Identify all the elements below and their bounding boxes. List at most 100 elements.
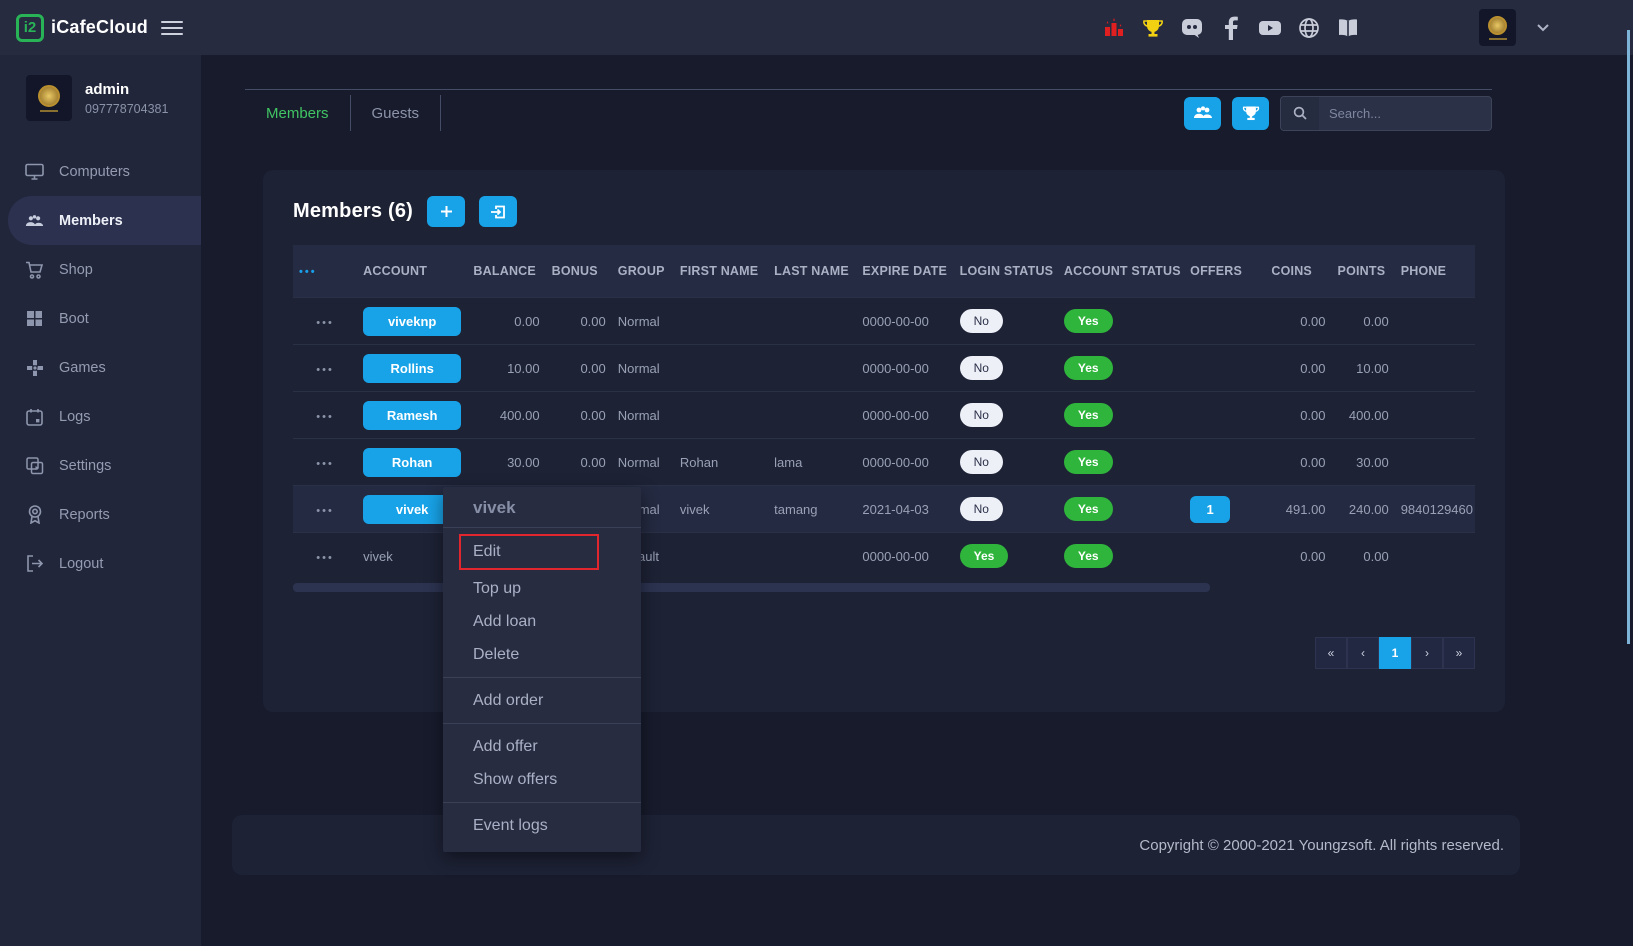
sidebar-item-members[interactable]: Members (8, 196, 201, 245)
sidebar-item-logout[interactable]: Logout (0, 539, 201, 588)
sidebar-item-label: Settings (59, 458, 111, 474)
sidebar-item-shop[interactable]: Shop (0, 245, 201, 294)
export-members-button[interactable] (479, 196, 517, 227)
menu-item-delete[interactable]: Delete (443, 638, 641, 671)
cell-phone (1395, 298, 1475, 345)
column-header-last_name: LAST NAME (768, 245, 856, 298)
cell-phone (1395, 439, 1475, 486)
account-button[interactable]: viveknp (363, 307, 461, 336)
members-card-header: Members (6) (263, 170, 1505, 245)
brand-logo[interactable]: i2 iCafeCloud (16, 14, 148, 42)
cell-login_status: No (954, 486, 1058, 533)
cell-phone: 9840129460 (1395, 486, 1475, 533)
menu-group: EditTop upAdd loanDelete (443, 528, 641, 677)
tab-members[interactable]: Members (245, 95, 351, 131)
cell-balance: 10.00 (467, 345, 545, 392)
cell-bonus: 0.00 (546, 392, 612, 439)
globe-icon[interactable] (1297, 16, 1321, 40)
trophy-icon[interactable] (1141, 16, 1165, 40)
page-button[interactable]: » (1443, 637, 1475, 669)
cell-bonus: 0.00 (546, 298, 612, 345)
ranking-icon[interactable] (1102, 16, 1126, 40)
row-actions-button[interactable]: ••• (316, 458, 334, 470)
page-button[interactable]: ‹ (1347, 637, 1379, 669)
cell-coins: 491.00 (1265, 486, 1331, 533)
facebook-icon[interactable] (1219, 16, 1243, 40)
menu-item-add-offer[interactable]: Add offer (443, 730, 641, 763)
chevron-down-icon[interactable] (1531, 16, 1555, 40)
topbar: i2 iCafeCloud (0, 0, 1633, 55)
column-header-coins: COINS (1265, 245, 1331, 298)
vertical-scrollbar[interactable] (1627, 30, 1630, 644)
cell-coins: 0.00 (1265, 392, 1331, 439)
offers-count-button[interactable]: 1 (1190, 496, 1230, 523)
row-actions-button[interactable]: ••• (316, 411, 334, 423)
discord-icon[interactable] (1180, 16, 1204, 40)
cell-expire_date: 2021-04-03 (856, 486, 953, 533)
user-avatar[interactable] (1479, 9, 1516, 46)
context-menu-title: vivek (443, 487, 641, 527)
cell-account_status: Yes (1058, 298, 1184, 345)
sidebar-item-settings[interactable]: Settings (0, 441, 201, 490)
cell-actions: ••• (293, 345, 357, 392)
menu-item-top-up[interactable]: Top up (443, 572, 641, 605)
page-button[interactable]: « (1315, 637, 1347, 669)
sidebar-nav: ComputersMembersShop Boot GamesLogs Setting… (0, 147, 201, 588)
games-icon (25, 358, 44, 377)
account-button[interactable]: Ramesh (363, 401, 461, 430)
reports-icon (25, 505, 44, 524)
sidebar-item-logs[interactable]: Logs (0, 392, 201, 441)
search-input[interactable] (1319, 106, 1491, 121)
account-status-badge: Yes (1064, 497, 1113, 521)
page-button[interactable]: › (1411, 637, 1443, 669)
cell-offers (1184, 298, 1265, 345)
cell-bonus: 0.00 (546, 439, 612, 486)
sidebar-item-computers[interactable]: Computers (0, 147, 201, 196)
sidebar-item-reports[interactable]: Reports (0, 490, 201, 539)
row-actions-button[interactable]: ••• (316, 505, 334, 517)
search-box (1280, 96, 1492, 131)
cell-expire_date: 0000-00-00 (856, 392, 953, 439)
row-actions-button[interactable]: ••• (316, 552, 334, 564)
sidebar: admin 097778704381 ComputersMembersShopB… (0, 55, 201, 946)
menu-item-add-order[interactable]: Add order (443, 684, 641, 717)
sidebar-item-boot[interactable]: Boot (0, 294, 201, 343)
cell-offers (1184, 345, 1265, 392)
account-button[interactable]: Rollins (363, 354, 461, 383)
cell-points: 0.00 (1332, 298, 1395, 345)
add-member-button[interactable] (427, 196, 465, 227)
sidebar-item-games[interactable]: Games (0, 343, 201, 392)
menu-item-event-logs[interactable]: Event logs (443, 809, 641, 842)
members-icon (25, 211, 44, 230)
cell-first_name (674, 392, 768, 439)
tabs-actions (1184, 96, 1492, 131)
page-button-current[interactable]: 1 (1379, 637, 1411, 669)
cell-actions: ••• (293, 533, 357, 580)
shop-icon (25, 260, 44, 279)
menu-item-show-offers[interactable]: Show offers (443, 763, 641, 796)
account-button[interactable]: Rohan (363, 448, 461, 477)
member-row: •••Rohan30.000.00NormalRohanlama0000-00-… (293, 439, 1475, 486)
cell-account: viveknp (357, 298, 467, 345)
search-icon (1281, 97, 1319, 130)
members-title: Members (6) (293, 200, 413, 223)
youtube-icon[interactable] (1258, 16, 1282, 40)
computers-icon (25, 162, 44, 181)
sidebar-item-label: Boot (59, 311, 89, 327)
row-actions-button[interactable]: ••• (316, 364, 334, 376)
login-status-badge: No (960, 403, 1003, 427)
trophy-view-button[interactable] (1232, 97, 1269, 130)
members-view-button[interactable] (1184, 97, 1221, 130)
menu-item-edit[interactable]: Edit (459, 534, 599, 570)
row-actions-button[interactable]: ••• (316, 317, 334, 329)
member-row: •••Ramesh400.000.00Normal0000-00-00NoYes… (293, 392, 1475, 439)
tab-guests[interactable]: Guests (351, 95, 442, 131)
cell-coins: 0.00 (1265, 345, 1331, 392)
horizontal-scrollbar[interactable] (293, 583, 1210, 592)
hamburger-menu-icon[interactable] (161, 17, 183, 39)
column-header-group: GROUP (612, 245, 674, 298)
menu-item-add-loan[interactable]: Add loan (443, 605, 641, 638)
cell-account: Ramesh (357, 392, 467, 439)
book-icon[interactable] (1336, 16, 1360, 40)
settings-icon (25, 456, 44, 475)
